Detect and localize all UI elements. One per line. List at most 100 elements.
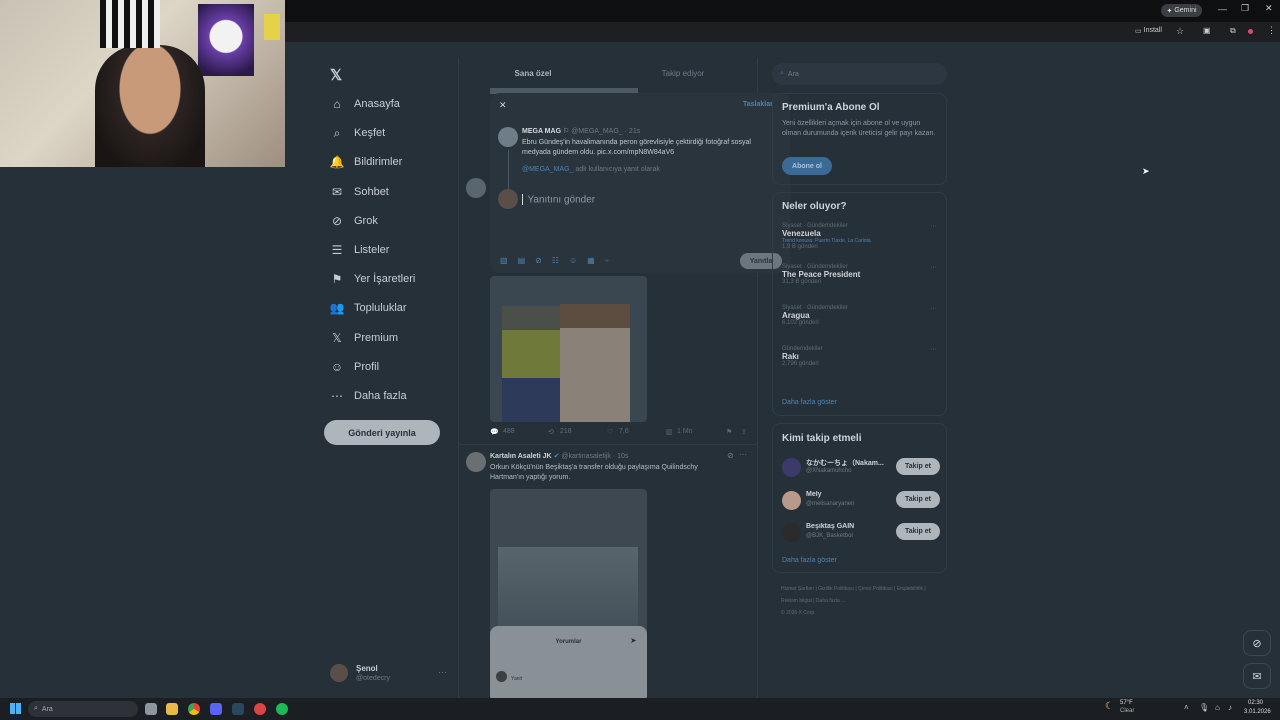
gif-icon[interactable]: ▤ bbox=[518, 256, 526, 266]
steam-icon[interactable] bbox=[232, 703, 244, 715]
more-icon[interactable]: ··· bbox=[438, 667, 447, 677]
install-button[interactable]: ▭ Install bbox=[1135, 27, 1162, 35]
like-icon[interactable]: ♡ bbox=[607, 428, 613, 436]
trend-item[interactable]: Siyaset · Gündemdekiler The Peace Presid… bbox=[782, 264, 940, 302]
footer-link[interactable]: Gizlilik Politikası bbox=[818, 586, 854, 592]
tab-following[interactable]: Takip ediyor bbox=[608, 60, 758, 86]
minimize-icon[interactable]: — bbox=[1218, 4, 1227, 14]
mic-icon[interactable]: 🎙 bbox=[1199, 703, 1209, 712]
sidebar-item-5[interactable]: ☰ Listeler bbox=[330, 239, 390, 261]
tab-for-you[interactable]: Sana özel bbox=[458, 60, 608, 86]
trend-item[interactable]: Siyaset · Gündemdekiler Aragua 6.102 gön… bbox=[782, 305, 940, 343]
app-icon[interactable] bbox=[254, 703, 266, 715]
gemini-button[interactable]: ✦ Gemini bbox=[1161, 4, 1202, 17]
reply-input[interactable]: Yanıtını gönder bbox=[522, 191, 772, 251]
views-icon[interactable]: ▥ bbox=[666, 428, 673, 436]
trend-item[interactable]: Siyaset · Gündemdekiler Venezuela Trend … bbox=[782, 223, 940, 261]
drafts-link[interactable]: Taslaklar bbox=[743, 101, 773, 108]
windows-start-icon[interactable] bbox=[10, 703, 21, 714]
sidebar-item-1[interactable]: ⌕ Keşfet bbox=[330, 122, 386, 144]
messages-float-button[interactable]: ✉ bbox=[1243, 663, 1271, 689]
sidebar-item-6[interactable]: ⚑ Yer İşaretleri bbox=[330, 268, 416, 290]
quoted-text: Ebru Gündeş'in havalimanında peron görev… bbox=[522, 139, 751, 156]
footer-link[interactable]: Hizmet Şartları bbox=[781, 586, 814, 592]
tweet-2-media[interactable]: Yorumlar ➤ Yanit bbox=[490, 489, 647, 700]
star-icon[interactable]: ☆ bbox=[1176, 26, 1184, 37]
subscribe-button[interactable]: Abone ol bbox=[782, 157, 832, 175]
follow-suggestion[interactable]: Beşiktaş GAİN @BJK_Basketbol Takip et bbox=[782, 521, 942, 545]
grok-image-icon[interactable]: ⊘ bbox=[535, 256, 542, 266]
weather-widget[interactable]: ☾ 57°F Clear bbox=[1105, 700, 1165, 718]
sidebar-item-4[interactable]: ⊘ Grok bbox=[330, 210, 378, 232]
sidebar-item-0[interactable]: ⌂ Anasayfa bbox=[330, 93, 400, 115]
post-button[interactable]: Gönderi yayınla bbox=[324, 420, 440, 445]
maximize-icon[interactable]: ❐ bbox=[1241, 3, 1249, 14]
network-icon[interactable]: ⌂ bbox=[1215, 703, 1220, 712]
avatar bbox=[782, 523, 801, 542]
menu-icon[interactable]: ⋮ bbox=[1267, 25, 1276, 36]
footer-link[interactable]: Erişilebilirlik bbox=[897, 586, 923, 592]
sidepanel-icon[interactable]: ▣ bbox=[1203, 26, 1211, 35]
file-explorer-icon[interactable] bbox=[166, 703, 178, 715]
sidebar-item-8[interactable]: 𝕏 Premium bbox=[330, 327, 398, 349]
footer-link[interactable]: Çerez Politikası bbox=[858, 586, 893, 592]
more-icon[interactable]: ··· bbox=[930, 346, 937, 353]
sidebar-item-3[interactable]: ✉ Sohbet bbox=[330, 181, 389, 203]
clock-date[interactable]: 3.01.2026 bbox=[1244, 709, 1271, 715]
follow-suggestion[interactable]: Mely @melisanaryanen Takip et bbox=[782, 489, 942, 513]
repost-icon[interactable]: ⟲ bbox=[548, 428, 554, 436]
location-icon[interactable]: ⌖ bbox=[605, 256, 610, 266]
sidebar-item-9[interactable]: ☺ Profil bbox=[330, 356, 379, 378]
account-switcher[interactable]: Şenol @otedecry ··· bbox=[330, 664, 450, 686]
tweet-2[interactable]: Kartalın Asaleti JK ✔ @kartinasaletijk ·… bbox=[459, 446, 757, 700]
x-logo-icon[interactable]: 𝕏 bbox=[330, 66, 342, 84]
sidebar-item-label: Daha fazla bbox=[354, 390, 407, 402]
close-icon[interactable]: ✕ bbox=[499, 100, 507, 111]
task-view-icon[interactable] bbox=[145, 703, 157, 715]
follow-button[interactable]: Takip et bbox=[896, 458, 940, 475]
sidebar-item-7[interactable]: 👥 Topluluklar bbox=[330, 297, 407, 319]
trend-item[interactable]: Gündemdekiler Rakı 2.796 gönderi ··· bbox=[782, 346, 940, 384]
reply-to-handle[interactable]: @MEGA_MAG_ bbox=[522, 166, 573, 173]
emoji-icon[interactable]: ☺ bbox=[569, 256, 577, 266]
chrome-icon[interactable] bbox=[188, 703, 200, 715]
sidebar-item-2[interactable]: 🔔 Bildirimler bbox=[330, 151, 403, 173]
poll-icon[interactable]: ☷ bbox=[552, 256, 559, 266]
volume-icon[interactable]: ♪ bbox=[1228, 703, 1232, 712]
tray-chevron-icon[interactable]: ˄ bbox=[1184, 703, 1189, 712]
account-handle: @otedecry bbox=[356, 675, 390, 682]
person-icon: ☺ bbox=[330, 359, 344, 374]
sidebar-item-10[interactable]: ⋯ Daha fazla bbox=[330, 385, 407, 407]
follow-button[interactable]: Takip et bbox=[896, 523, 940, 540]
reply-icon[interactable]: 💬 bbox=[490, 428, 499, 436]
bookmark-icon[interactable]: ⚑ bbox=[726, 428, 732, 436]
discord-icon[interactable] bbox=[210, 703, 222, 715]
tweet-photo[interactable] bbox=[490, 276, 647, 422]
embedded-title: Yorumlar bbox=[555, 639, 582, 645]
more-icon[interactable]: ··· bbox=[930, 223, 937, 230]
search-input[interactable]: ⌕ Ara bbox=[772, 63, 947, 85]
more-icon[interactable]: ··· bbox=[930, 305, 937, 312]
repost-count: 218 bbox=[560, 428, 572, 435]
share-icon[interactable]: ⇪ bbox=[741, 428, 747, 436]
taskbar-search[interactable]: ⌕ Ara bbox=[28, 701, 138, 717]
more-icon[interactable]: ··· bbox=[739, 450, 747, 459]
close-window-icon[interactable]: ✕ bbox=[1265, 3, 1273, 14]
follow-button[interactable]: Takip et bbox=[896, 490, 940, 508]
more-icon[interactable]: ··· bbox=[930, 264, 937, 271]
trends-show-more[interactable]: Daha fazla göster bbox=[782, 399, 837, 406]
extensions-icon[interactable]: ⧉ bbox=[1230, 26, 1236, 36]
profile-dot-icon[interactable] bbox=[1248, 29, 1253, 34]
sidebar-item-label: Keşfet bbox=[354, 127, 386, 140]
grok-icon[interactable]: ⊘ bbox=[727, 451, 734, 460]
clock-time[interactable]: 02:30 bbox=[1248, 700, 1263, 706]
grok-float-button[interactable]: ⊘ bbox=[1243, 630, 1271, 656]
footer-link[interactable]: Daha fazla ... bbox=[816, 598, 845, 604]
spotify-icon[interactable] bbox=[276, 703, 288, 715]
schedule-icon[interactable]: ▦ bbox=[587, 256, 595, 266]
footer-link[interactable]: Reklam bilgisi bbox=[781, 598, 812, 604]
quoted-avatar bbox=[498, 127, 518, 147]
media-icon[interactable]: ▨ bbox=[500, 256, 508, 266]
follow-suggestion[interactable]: なかむーちょ（Nakam... @XNakamuhcho Takip et bbox=[782, 456, 942, 480]
follow-show-more[interactable]: Daha fazla göster bbox=[782, 557, 837, 564]
